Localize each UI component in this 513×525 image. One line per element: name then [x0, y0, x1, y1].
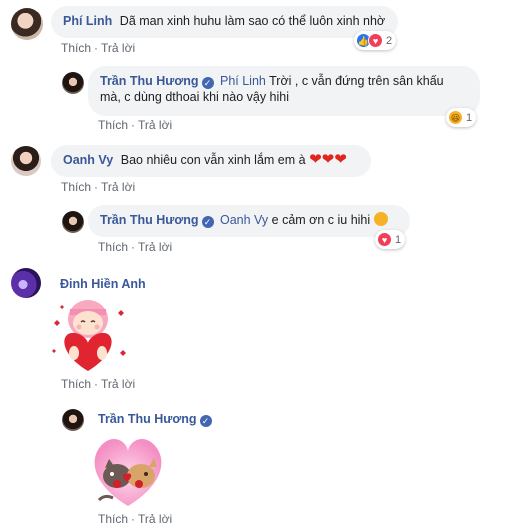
comment-actions: Thích · Trả lời	[61, 377, 135, 391]
reply-button[interactable]: Trả lời	[138, 240, 172, 254]
reply-button[interactable]: Trả lời	[101, 41, 135, 55]
reaction-count: 2	[386, 34, 393, 47]
reaction-count: 1	[395, 233, 402, 246]
heart-emojis: ❤❤❤	[309, 151, 347, 168]
verified-badge-icon: ✓	[201, 216, 214, 228]
avatar[interactable]	[11, 146, 41, 176]
avatar[interactable]	[62, 211, 84, 233]
reply-button[interactable]: Trả lời	[138, 512, 172, 525]
comment-text: Dã man xinh huhu làm sao có thể luôn xin…	[119, 14, 386, 28]
comment-actions: Thích · Trả lời	[61, 41, 135, 55]
like-button[interactable]: Thích	[61, 377, 91, 391]
comment-text: Bao nhiêu con vẫn xinh lắm em à	[120, 153, 306, 167]
commenter-name[interactable]: Oanh Vy	[63, 153, 113, 167]
comment-bubble: Phí Linh Dã man xinh huhu làm sao có thể…	[51, 6, 398, 38]
commenter-name[interactable]: Trần Thu Hương ✓	[98, 412, 215, 427]
comment-text-continued: mà, c dùng dthoai khi nào vậy hihi	[100, 90, 290, 104]
reaction-summary[interactable]: 👍 ♥ 2	[354, 31, 397, 50]
separator: ·	[94, 180, 99, 194]
reaction-count: 1	[466, 111, 473, 124]
like-button[interactable]: Thích	[61, 180, 91, 194]
comment-actions: Thích · Trả lời	[98, 240, 172, 254]
commenter-name[interactable]: Trần Thu Hương	[100, 213, 199, 227]
commenter-name[interactable]: Đinh Hiền Anh	[60, 277, 146, 291]
verified-badge-icon: ✓	[201, 77, 214, 89]
avatar[interactable]	[11, 268, 41, 298]
reply-bubble: Trần Thu Hương ✓ Phí Linh Trời , c vẫn đứ…	[88, 66, 480, 116]
cats-kissing-heart-sticker[interactable]	[87, 430, 169, 508]
verified-badge-icon: ✓	[199, 415, 212, 427]
haha-icon: 😆	[448, 110, 463, 125]
love-icon: ♥	[368, 33, 383, 48]
commenter-name[interactable]: Phí Linh	[63, 14, 112, 28]
like-button[interactable]: Thích	[98, 512, 128, 525]
commenter-name[interactable]: Trần Thu Hương	[100, 74, 199, 88]
avatar[interactable]	[11, 8, 43, 40]
like-button[interactable]: Thích	[61, 41, 91, 55]
reply-button[interactable]: Trả lời	[138, 118, 172, 132]
mentioned-user[interactable]: Phí Linh	[220, 74, 266, 88]
comment-actions: Thích · Trả lời	[98, 118, 172, 132]
avatar[interactable]	[62, 72, 84, 94]
like-button[interactable]: Thích	[98, 240, 128, 254]
separator: ·	[94, 41, 99, 55]
separator: ·	[131, 240, 136, 254]
comment-text: e cảm ơn c iu hihi	[268, 213, 371, 227]
kiss-emoji-icon	[373, 212, 388, 226]
separator: ·	[131, 118, 136, 132]
comment-text: Trời , c vẫn đứng trên sân khấu	[265, 74, 444, 88]
comment-bubble: Oanh Vy Bao nhiêu con vẫn xinh lắm em à …	[51, 145, 371, 177]
mentioned-user[interactable]: Oanh Vy	[220, 213, 268, 227]
comment-actions: Thích · Trả lời	[98, 512, 172, 525]
reply-button[interactable]: Trả lời	[101, 180, 135, 194]
separator: ·	[131, 512, 136, 525]
like-button[interactable]: Thích	[98, 118, 128, 132]
love-icon: ♥	[377, 232, 392, 247]
separator: ·	[94, 377, 99, 391]
comment-thread: Phí Linh Dã man xinh huhu làm sao có thể…	[0, 0, 513, 525]
girl-hugging-heart-sticker[interactable]	[48, 293, 128, 373]
commenter-name-text: Trần Thu Hương	[98, 412, 197, 426]
reaction-summary[interactable]: ♥ 1	[375, 230, 406, 249]
avatar[interactable]	[62, 409, 84, 431]
reaction-summary[interactable]: 😆 1	[446, 108, 477, 127]
comment-actions: Thích · Trả lời	[61, 180, 135, 194]
reply-bubble: Trần Thu Hương ✓ Oanh Vy e cảm ơn c iu hi…	[88, 205, 410, 237]
reply-button[interactable]: Trả lời	[101, 377, 135, 391]
